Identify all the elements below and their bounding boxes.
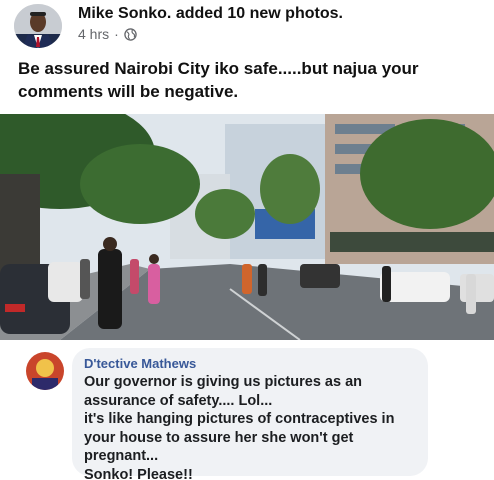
post-meta: 4 hrs · xyxy=(78,26,137,42)
author-avatar[interactable] xyxy=(14,4,62,48)
post-message: Be assured Nairobi City iko safe.....but… xyxy=(18,59,419,101)
comment-author-name[interactable]: D'tective Mathews xyxy=(84,356,416,371)
post-author-name[interactable]: Mike Sonko. xyxy=(78,5,171,22)
comment-text: Our governor is giving us pictures as an… xyxy=(84,374,395,480)
meta-separator: · xyxy=(114,26,119,42)
comment-item: D'tective Mathews Our governor is giving… xyxy=(0,340,494,480)
post-header: Mike Sonko. added 10 new photos. 4 hrs · xyxy=(0,0,494,50)
post-timestamp[interactable]: 4 hrs xyxy=(78,26,109,42)
post-action-text: added 10 new photos. xyxy=(175,5,343,22)
street-scene-photo[interactable] xyxy=(0,114,494,340)
post-author-line: Mike Sonko. added 10 new photos. xyxy=(78,5,343,23)
globe-icon[interactable] xyxy=(124,27,137,41)
comment-bubble: D'tective Mathews Our governor is giving… xyxy=(72,348,428,480)
commenter-avatar[interactable] xyxy=(26,352,64,390)
